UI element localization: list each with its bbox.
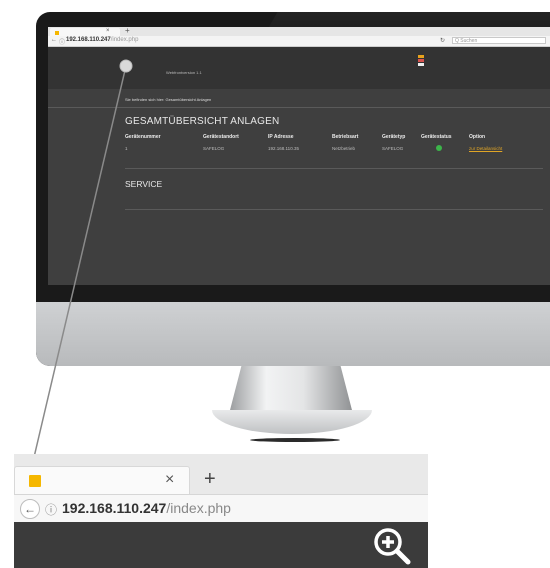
status-ok-icon [436, 145, 442, 151]
info-icon[interactable]: ⓘ [59, 37, 65, 46]
section-title: GESAMTÜBERSICHT ANLAGEN [125, 116, 280, 127]
foot-shadow [250, 438, 340, 442]
back-icon[interactable]: ← [51, 37, 57, 43]
zoom-favicon-icon [29, 475, 41, 487]
table-divider [125, 168, 543, 169]
cell-typ: SAFELOG [382, 146, 404, 151]
zoom-url-path: /index.php [166, 500, 231, 516]
reload-icon[interactable]: ↻ [440, 37, 445, 44]
service-divider [125, 209, 543, 210]
browser-tab[interactable]: × [50, 28, 120, 36]
zoom-tabbar: × + [14, 454, 428, 494]
col-header-typ: Gerätetyp [382, 134, 406, 140]
zoom-app-header [14, 522, 428, 568]
zoom-back-icon[interactable]: ← [20, 499, 40, 519]
col-header-ip: IP Adresse [268, 134, 294, 140]
monitor-stand [229, 366, 353, 414]
zoom-detail: × + ← ⓘ 192.168.110.247/index.php [14, 454, 428, 568]
monitor-chin [36, 302, 550, 366]
tab-close-icon[interactable]: × [106, 28, 110, 34]
zoom-info-icon[interactable]: ⓘ [45, 501, 57, 518]
cell-standort: SAFELOG [203, 146, 225, 151]
url-host: 192.168.110.247 [66, 37, 111, 43]
monitor-screen: × + ← ⓘ 192.168.110.247/index.php ↻ Q Su… [48, 27, 550, 285]
zoom-url-host: 192.168.110.247 [62, 500, 167, 516]
col-header-betriebsart: Betriebsart [332, 134, 359, 140]
browser-urlbar: ← ⓘ 192.168.110.247/index.php ↻ Q Suchen [48, 36, 550, 47]
detail-view-link[interactable]: zur Detailansicht [469, 146, 502, 151]
cell-nummer: 1 [125, 146, 128, 151]
url-field[interactable]: 192.168.110.247/index.php [66, 37, 138, 43]
col-header-nummer: Gerätenummer [125, 134, 161, 140]
zoom-tab-close-icon[interactable]: × [165, 471, 174, 489]
brand-logo-icon [418, 55, 424, 71]
col-header-standort: Gerätestandort [203, 134, 239, 140]
zoom-in-icon[interactable] [372, 526, 412, 566]
app-content [48, 89, 550, 285]
zoom-browser-tab[interactable]: × [14, 466, 190, 494]
col-header-status: Gerätestatus [421, 134, 452, 140]
favicon-icon [55, 31, 59, 35]
zoom-new-tab-button[interactable]: + [204, 468, 216, 491]
cell-ip: 192.168.110.35 [268, 146, 299, 151]
breadcrumb: Sie befinden sich hier: Gesamtübersicht … [125, 97, 212, 102]
monitor-foot [212, 410, 372, 434]
version-label: Webfrontversion 1.1 [166, 70, 202, 75]
new-tab-button[interactable]: + [125, 27, 130, 35]
breadcrumb-divider [48, 107, 550, 108]
url-path: /index.php [110, 37, 139, 43]
cell-betriebsart: Netzbetrieb [332, 146, 356, 151]
service-title: SERVICE [125, 179, 163, 189]
zoom-url-field[interactable]: 192.168.110.247/index.php [62, 500, 231, 516]
zoom-urlbar: ← ⓘ 192.168.110.247/index.php [14, 494, 428, 524]
search-field[interactable]: Q Suchen [452, 37, 546, 44]
app-header [48, 47, 550, 89]
col-header-option: Option [469, 134, 486, 140]
browser-tabbar: × + [48, 27, 550, 36]
